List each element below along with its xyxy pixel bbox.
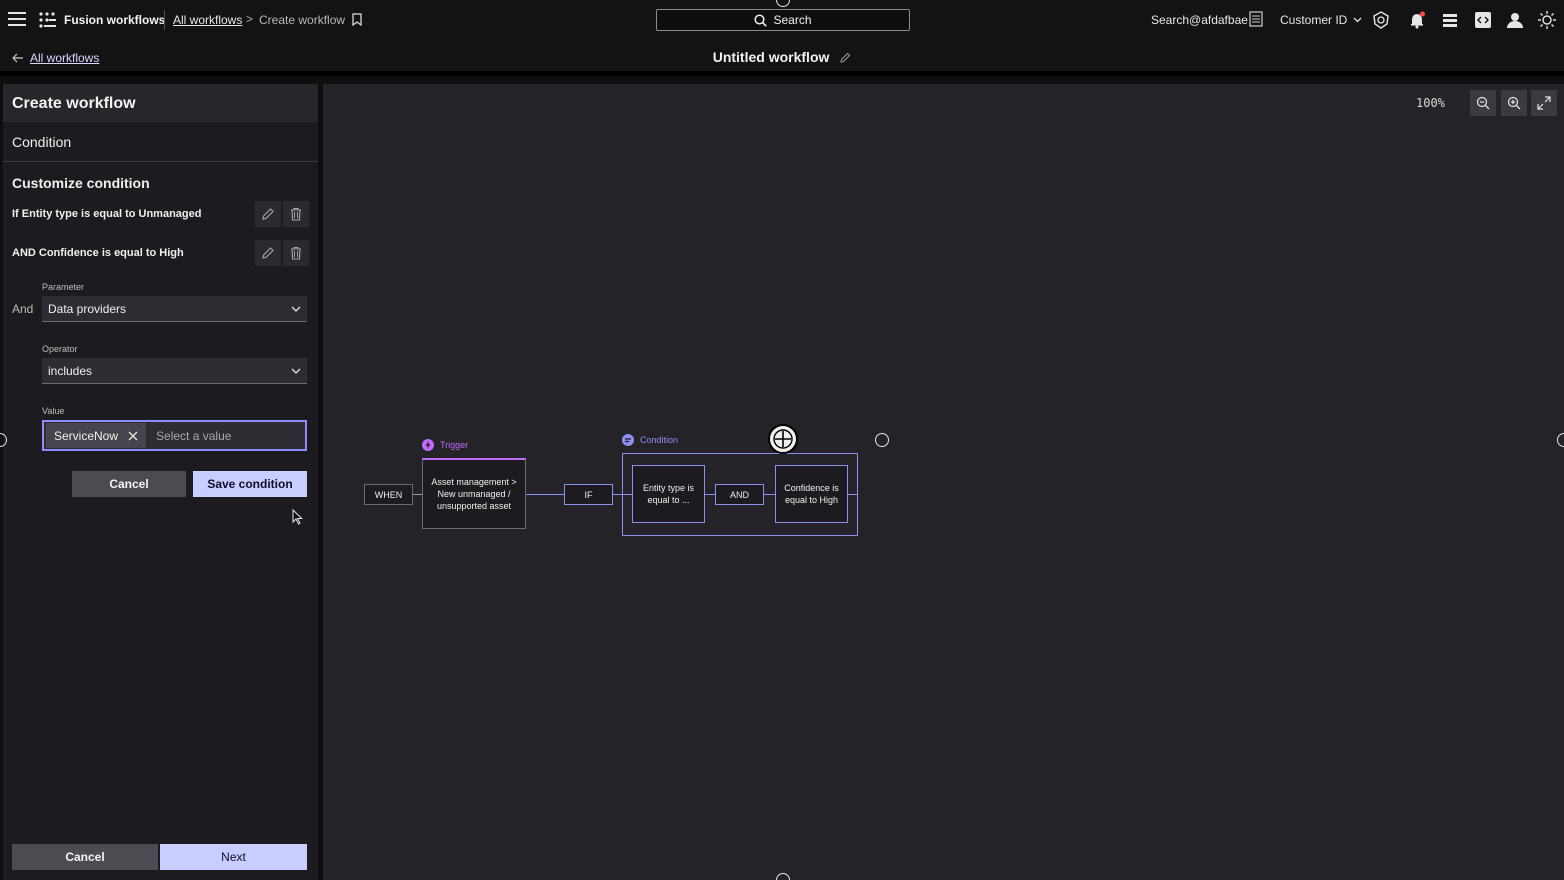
user-profile-icon[interactable] <box>1506 11 1524 29</box>
document-icon[interactable] <box>1249 11 1263 27</box>
fit-to-screen-button[interactable] <box>1531 90 1557 116</box>
notification-bell-icon[interactable] <box>1408 11 1426 29</box>
trash-icon <box>291 246 301 260</box>
condition-node[interactable]: Confidence is equal to High <box>775 465 848 523</box>
search-icon <box>754 13 768 27</box>
chevron-down-icon <box>291 368 301 374</box>
trigger-tag-label: Trigger <box>440 440 469 450</box>
edit-pencil-icon <box>262 208 274 220</box>
chevron-down-icon <box>1353 17 1362 23</box>
trigger-tag: Trigger <box>422 439 468 451</box>
parameter-value: Data providers <box>48 301 127 316</box>
operator-value: includes <box>48 363 93 378</box>
remove-chip-icon[interactable] <box>128 431 138 441</box>
window-resize-handle[interactable] <box>776 873 790 880</box>
user-account[interactable]: Search@afdafbae <box>1151 13 1248 27</box>
panel-section-title: Condition <box>3 122 318 162</box>
condition-node[interactable]: Entity type is equal to ... <box>632 465 705 523</box>
nav-divider <box>164 10 165 30</box>
delete-condition-button[interactable] <box>283 201 309 227</box>
workflow-title-text: Untitled workflow <box>712 49 830 65</box>
delete-condition-button[interactable] <box>283 240 309 266</box>
breadcrumb-current: Create workflow <box>259 13 346 27</box>
workflow-title[interactable]: Untitled workflow <box>0 49 1564 65</box>
customer-id-label: Customer ID <box>1280 13 1348 27</box>
hamburger-menu-icon[interactable] <box>8 11 26 27</box>
trash-icon <box>291 207 301 221</box>
condition-text: If Entity type is equal to Unmanaged <box>12 208 202 220</box>
bookmark-icon[interactable] <box>352 13 362 26</box>
zoom-out-button[interactable] <box>1470 90 1496 116</box>
code-icon[interactable] <box>1474 11 1492 29</box>
window-resize-handle[interactable] <box>1557 433 1564 447</box>
value-multiselect[interactable]: ServiceNow Select a value <box>42 420 307 451</box>
trigger-node[interactable]: Asset management > New unmanaged / unsup… <box>422 458 526 529</box>
zoom-in-icon <box>1507 96 1521 110</box>
cancel-condition-button[interactable]: Cancel <box>72 471 186 497</box>
value-placeholder[interactable]: Select a value <box>156 429 231 443</box>
create-workflow-panel: Create workflow Condition Customize cond… <box>3 84 318 880</box>
panel-header: Create workflow <box>3 84 318 122</box>
edit-pencil-icon[interactable] <box>839 52 851 64</box>
move-cross-icon <box>773 429 793 449</box>
edit-pencil-icon <box>262 247 274 259</box>
value-chip-label: ServiceNow <box>54 428 119 443</box>
zoom-level: 100% <box>1416 96 1445 110</box>
customize-condition-title: Customize condition <box>12 175 150 191</box>
edit-condition-button[interactable] <box>255 240 281 266</box>
search-label: Search <box>773 13 812 27</box>
value-label: Value <box>42 406 65 416</box>
expand-icon <box>1537 96 1551 110</box>
customer-id-dropdown[interactable]: Customer ID <box>1280 13 1362 27</box>
next-button[interactable]: Next <box>160 844 307 870</box>
and-node[interactable]: AND <box>715 484 764 505</box>
breadcrumb-all-workflows[interactable]: All workflows <box>173 13 242 27</box>
save-condition-button[interactable]: Save condition <box>193 471 307 497</box>
footer-cancel-button[interactable]: Cancel <box>12 844 158 870</box>
parameter-select[interactable]: Data providers <box>42 296 307 322</box>
condition-tag: Condition <box>622 434 678 446</box>
condition-row: If Entity type is equal to Unmanaged <box>12 201 309 227</box>
connector-line <box>412 494 422 495</box>
resize-handle[interactable] <box>875 433 889 447</box>
workflow-header: All workflows Untitled workflow <box>0 40 1564 76</box>
condition-row: AND Confidence is equal to High <box>12 240 309 266</box>
app-title[interactable]: Fusion workflows <box>64 13 165 27</box>
value-chip: ServiceNow <box>46 423 147 448</box>
mouse-cursor-icon <box>292 509 303 525</box>
connector-line <box>526 494 564 495</box>
condition-text: AND Confidence is equal to High <box>12 247 184 259</box>
operator-select[interactable]: includes <box>42 358 307 384</box>
if-node[interactable]: IF <box>564 484 613 505</box>
and-operator-label: And <box>12 302 34 316</box>
zoom-out-icon <box>1476 96 1490 110</box>
theme-sun-icon[interactable] <box>1538 11 1556 29</box>
condition-icon <box>622 434 634 446</box>
workflow-canvas[interactable]: 100% WHEN Trigger Asset management > New… <box>323 84 1564 880</box>
parameter-label: Parameter <box>42 282 85 292</box>
lightning-icon <box>422 439 434 451</box>
operator-label: Operator <box>42 344 78 354</box>
chevron-down-icon <box>291 306 301 312</box>
global-search[interactable]: Search <box>656 9 910 31</box>
shield-badge-icon[interactable] <box>1372 11 1390 29</box>
condition-tag-label: Condition <box>640 435 679 445</box>
queue-stack-icon[interactable] <box>1441 11 1459 29</box>
move-handle[interactable] <box>768 424 798 454</box>
workflow-apps-icon[interactable] <box>38 11 56 29</box>
zoom-in-button[interactable] <box>1501 90 1527 116</box>
when-node[interactable]: WHEN <box>364 484 413 505</box>
breadcrumb-separator: > <box>246 12 254 26</box>
edit-condition-button[interactable] <box>255 201 281 227</box>
